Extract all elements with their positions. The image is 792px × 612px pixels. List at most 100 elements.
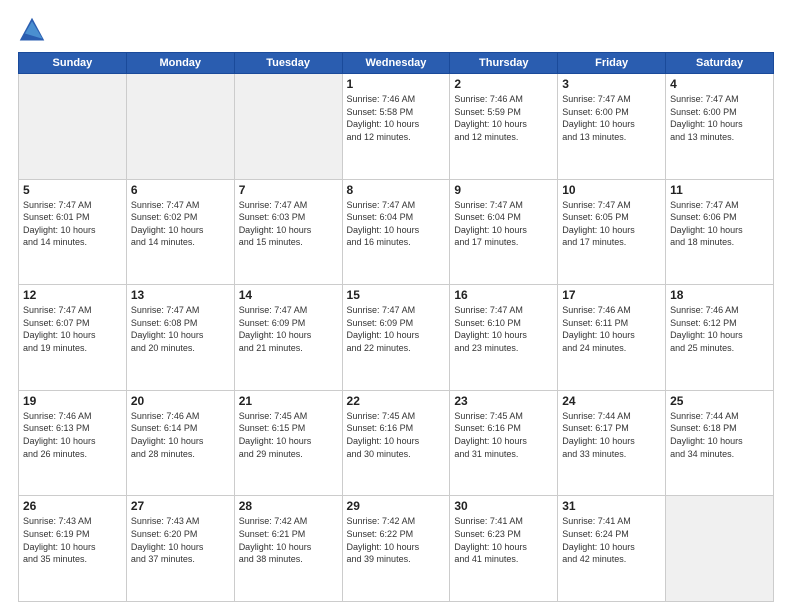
day-cell: 7 Sunrise: 7:47 AMSunset: 6:03 PMDaylight… [234,179,342,285]
day-info: Sunrise: 7:44 AMSunset: 6:17 PMDaylight:… [562,410,661,460]
day-info: Sunrise: 7:42 AMSunset: 6:22 PMDaylight:… [347,515,446,565]
day-info: Sunrise: 7:44 AMSunset: 6:18 PMDaylight:… [670,410,769,460]
day-info: Sunrise: 7:47 AMSunset: 6:04 PMDaylight:… [454,199,553,249]
day-cell: 18 Sunrise: 7:46 AMSunset: 6:12 PMDayligh… [666,285,774,391]
day-cell [234,74,342,180]
day-number: 3 [562,77,661,91]
day-cell: 30 Sunrise: 7:41 AMSunset: 6:23 PMDayligh… [450,496,558,602]
day-cell: 20 Sunrise: 7:46 AMSunset: 6:14 PMDayligh… [126,390,234,496]
weekday-saturday: Saturday [666,53,774,74]
day-info: Sunrise: 7:41 AMSunset: 6:24 PMDaylight:… [562,515,661,565]
day-info: Sunrise: 7:43 AMSunset: 6:20 PMDaylight:… [131,515,230,565]
day-info: Sunrise: 7:47 AMSunset: 6:06 PMDaylight:… [670,199,769,249]
day-info: Sunrise: 7:46 AMSunset: 6:11 PMDaylight:… [562,304,661,354]
day-cell: 27 Sunrise: 7:43 AMSunset: 6:20 PMDayligh… [126,496,234,602]
day-cell: 9 Sunrise: 7:47 AMSunset: 6:04 PMDaylight… [450,179,558,285]
day-cell: 26 Sunrise: 7:43 AMSunset: 6:19 PMDayligh… [19,496,127,602]
day-number: 23 [454,394,553,408]
day-info: Sunrise: 7:47 AMSunset: 6:02 PMDaylight:… [131,199,230,249]
day-info: Sunrise: 7:45 AMSunset: 6:15 PMDaylight:… [239,410,338,460]
day-info: Sunrise: 7:43 AMSunset: 6:19 PMDaylight:… [23,515,122,565]
day-info: Sunrise: 7:46 AMSunset: 5:59 PMDaylight:… [454,93,553,143]
weekday-tuesday: Tuesday [234,53,342,74]
day-cell: 14 Sunrise: 7:47 AMSunset: 6:09 PMDayligh… [234,285,342,391]
week-row-2: 12 Sunrise: 7:47 AMSunset: 6:07 PMDayligh… [19,285,774,391]
day-cell: 28 Sunrise: 7:42 AMSunset: 6:21 PMDayligh… [234,496,342,602]
day-number: 22 [347,394,446,408]
day-cell [666,496,774,602]
day-number: 31 [562,499,661,513]
day-cell: 21Sunrise: 7:45 AMSunset: 6:15 PMDayligh… [234,390,342,496]
day-number: 16 [454,288,553,302]
weekday-header-row: SundayMondayTuesdayWednesdayThursdayFrid… [19,53,774,74]
day-info: Sunrise: 7:46 AMSunset: 6:13 PMDaylight:… [23,410,122,460]
header [18,16,774,44]
day-info: Sunrise: 7:47 AMSunset: 6:01 PMDaylight:… [23,199,122,249]
day-number: 26 [23,499,122,513]
week-row-1: 5 Sunrise: 7:47 AMSunset: 6:01 PMDaylight… [19,179,774,285]
day-cell: 6 Sunrise: 7:47 AMSunset: 6:02 PMDaylight… [126,179,234,285]
day-info: Sunrise: 7:45 AMSunset: 6:16 PMDaylight:… [347,410,446,460]
day-info: Sunrise: 7:47 AMSunset: 6:09 PMDaylight:… [239,304,338,354]
day-cell: 19 Sunrise: 7:46 AMSunset: 6:13 PMDayligh… [19,390,127,496]
day-cell: 5 Sunrise: 7:47 AMSunset: 6:01 PMDaylight… [19,179,127,285]
day-cell: 31 Sunrise: 7:41 AMSunset: 6:24 PMDayligh… [558,496,666,602]
day-cell: 10 Sunrise: 7:47 AMSunset: 6:05 PMDayligh… [558,179,666,285]
day-info: Sunrise: 7:46 AMSunset: 5:58 PMDaylight:… [347,93,446,143]
day-number: 25 [670,394,769,408]
day-cell: 8Sunrise: 7:47 AMSunset: 6:04 PMDaylight… [342,179,450,285]
day-number: 24 [562,394,661,408]
day-number: 9 [454,183,553,197]
day-cell: 17Sunrise: 7:46 AMSunset: 6:11 PMDayligh… [558,285,666,391]
logo [18,16,50,44]
day-info: Sunrise: 7:41 AMSunset: 6:23 PMDaylight:… [454,515,553,565]
day-cell: 25 Sunrise: 7:44 AMSunset: 6:18 PMDayligh… [666,390,774,496]
day-cell: 16 Sunrise: 7:47 AMSunset: 6:10 PMDayligh… [450,285,558,391]
day-cell: 22 Sunrise: 7:45 AMSunset: 6:16 PMDayligh… [342,390,450,496]
day-number: 5 [23,183,122,197]
day-info: Sunrise: 7:47 AMSunset: 6:09 PMDaylight:… [347,304,446,354]
weekday-thursday: Thursday [450,53,558,74]
day-number: 4 [670,77,769,91]
day-cell: 12 Sunrise: 7:47 AMSunset: 6:07 PMDayligh… [19,285,127,391]
day-info: Sunrise: 7:46 AMSunset: 6:14 PMDaylight:… [131,410,230,460]
day-cell [19,74,127,180]
day-info: Sunrise: 7:47 AMSunset: 6:00 PMDaylight:… [670,93,769,143]
day-cell [126,74,234,180]
day-info: Sunrise: 7:45 AMSunset: 6:16 PMDaylight:… [454,410,553,460]
day-number: 19 [23,394,122,408]
day-number: 12 [23,288,122,302]
day-cell: 3 Sunrise: 7:47 AMSunset: 6:00 PMDaylight… [558,74,666,180]
day-info: Sunrise: 7:47 AMSunset: 6:10 PMDaylight:… [454,304,553,354]
day-number: 6 [131,183,230,197]
page: SundayMondayTuesdayWednesdayThursdayFrid… [0,0,792,612]
day-cell: 23 Sunrise: 7:45 AMSunset: 6:16 PMDayligh… [450,390,558,496]
day-number: 7 [239,183,338,197]
day-number: 27 [131,499,230,513]
day-number: 14 [239,288,338,302]
day-cell: 2Sunrise: 7:46 AMSunset: 5:59 PMDaylight… [450,74,558,180]
day-number: 11 [670,183,769,197]
day-cell: 11 Sunrise: 7:47 AMSunset: 6:06 PMDayligh… [666,179,774,285]
week-row-4: 26 Sunrise: 7:43 AMSunset: 6:19 PMDayligh… [19,496,774,602]
day-number: 28 [239,499,338,513]
day-cell: 4 Sunrise: 7:47 AMSunset: 6:00 PMDaylight… [666,74,774,180]
day-info: Sunrise: 7:42 AMSunset: 6:21 PMDaylight:… [239,515,338,565]
day-number: 10 [562,183,661,197]
logo-icon [18,16,46,44]
day-number: 1 [347,77,446,91]
weekday-friday: Friday [558,53,666,74]
day-info: Sunrise: 7:47 AMSunset: 6:04 PMDaylight:… [347,199,446,249]
day-info: Sunrise: 7:47 AMSunset: 6:07 PMDaylight:… [23,304,122,354]
weekday-sunday: Sunday [19,53,127,74]
day-info: Sunrise: 7:47 AMSunset: 6:03 PMDaylight:… [239,199,338,249]
day-info: Sunrise: 7:46 AMSunset: 6:12 PMDaylight:… [670,304,769,354]
day-info: Sunrise: 7:47 AMSunset: 6:00 PMDaylight:… [562,93,661,143]
day-number: 30 [454,499,553,513]
day-cell: 1 Sunrise: 7:46 AMSunset: 5:58 PMDaylight… [342,74,450,180]
day-number: 20 [131,394,230,408]
day-number: 29 [347,499,446,513]
day-number: 18 [670,288,769,302]
weekday-monday: Monday [126,53,234,74]
day-info: Sunrise: 7:47 AMSunset: 6:05 PMDaylight:… [562,199,661,249]
